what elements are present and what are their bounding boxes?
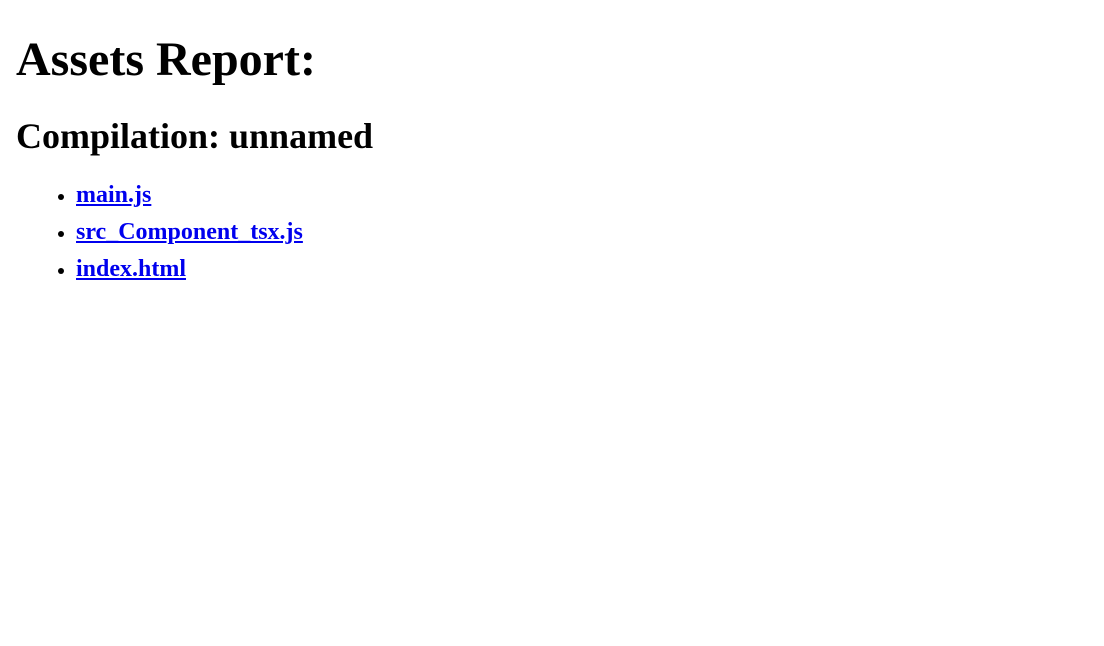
assets-list: main.js src_Component_tsx.js index.html	[16, 177, 1096, 289]
page-title: Assets Report:	[16, 32, 1096, 87]
list-item: src_Component_tsx.js	[76, 214, 1096, 251]
list-item: index.html	[76, 251, 1096, 288]
asset-link[interactable]: index.html	[76, 256, 186, 282]
asset-link[interactable]: src_Component_tsx.js	[76, 219, 303, 245]
compilation-heading: Compilation: unnamed	[16, 115, 1096, 157]
list-item: main.js	[76, 177, 1096, 214]
asset-link[interactable]: main.js	[76, 182, 151, 208]
